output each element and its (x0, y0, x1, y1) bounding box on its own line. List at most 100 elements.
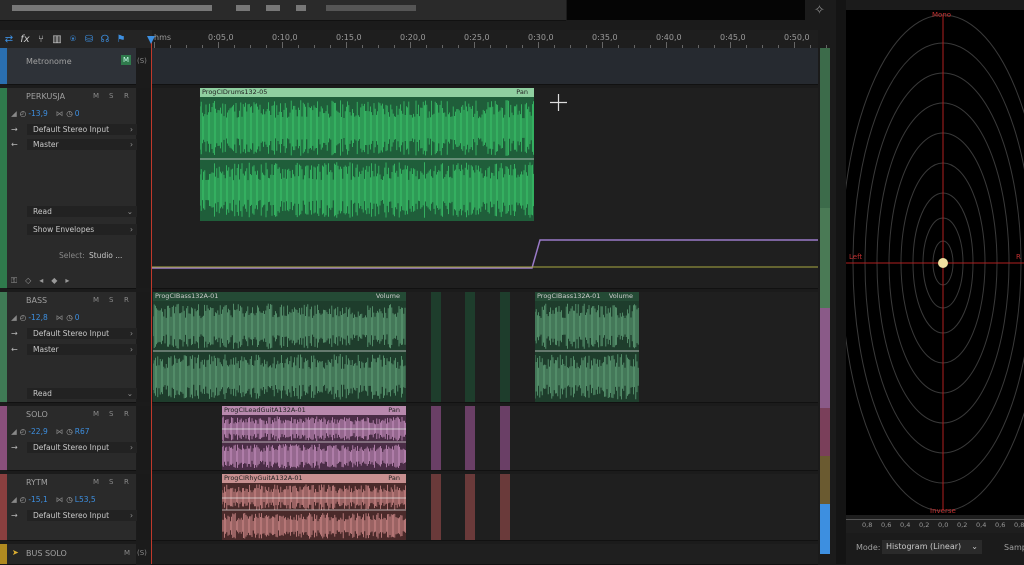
clip-title-bar[interactable]: ProgCIRhyGuitA132A-01 Pan (222, 474, 406, 483)
clip-bass-fragment[interactable] (500, 292, 510, 402)
clip-rhythm-fragment[interactable] (500, 474, 510, 540)
input-select[interactable]: Default Stereo Input › (27, 328, 137, 339)
mute-button[interactable]: M (121, 55, 131, 65)
solo-button[interactable]: (S) (137, 549, 147, 557)
clip-title-bar[interactable]: ProgCILeadGuitA132A-01 Pan (222, 406, 406, 415)
clip-drums[interactable]: ProgCIDrums132-05 Pan (200, 88, 534, 221)
pan-knob-icon[interactable]: ◷ (66, 313, 73, 322)
volume-value[interactable]: -22,9 (28, 427, 47, 436)
mute-button[interactable]: M (124, 549, 130, 557)
routing-icon[interactable]: ⑂ (35, 34, 47, 45)
select-value[interactable]: Studio ... (89, 251, 122, 260)
clip-lead-fragment[interactable] (465, 406, 475, 470)
panel-options-icon[interactable]: ✧ (814, 3, 825, 18)
clip-rhythm[interactable]: ProgCIRhyGuitA132A-01 Pan (222, 474, 406, 540)
marker-icon[interactable]: ⚑ (115, 34, 127, 45)
clip-rhythm-fragment[interactable] (465, 474, 475, 540)
meter-icon[interactable]: ▥ (51, 34, 63, 45)
clip-lead-fragment[interactable] (500, 406, 510, 470)
clip-title-bar[interactable]: ProgCIBass132A-01 Volume (153, 292, 406, 301)
pan-value[interactable]: 0 (75, 109, 80, 118)
mute-button[interactable]: M (93, 478, 99, 486)
bus-icon: ➤ (12, 548, 19, 557)
solo-button[interactable]: S (109, 296, 113, 304)
volume-icon: ◢ (11, 313, 17, 322)
solo-button[interactable]: S (109, 410, 113, 418)
crosshair-cursor-icon (550, 94, 567, 111)
mode-select[interactable]: Histogram (Linear) ⌄ (882, 540, 982, 554)
volume-value[interactable]: -12,8 (28, 313, 47, 322)
clip-title-bar[interactable]: ProgCIDrums132-05 Pan (200, 88, 534, 97)
record-arm-button[interactable]: R (124, 478, 129, 486)
clip-param[interactable]: Pan (388, 474, 400, 483)
bus-solo-track-header[interactable]: ➤ BUS SOLO M (S) (7, 544, 147, 565)
pan-value[interactable]: R67 (75, 427, 90, 436)
clip-param[interactable]: Pan (388, 406, 400, 415)
add-keyframe-icon[interactable]: ◆ (51, 276, 57, 286)
input-select[interactable]: Default Stereo Input › (27, 442, 137, 453)
record-arm-button[interactable]: R (124, 296, 129, 304)
clip-lead-fragment[interactable] (431, 406, 441, 470)
solo-track-header[interactable]: SOLO M S R ◢ ◴ -22,9 ⋈ ◷ R67 → Default S… (7, 406, 137, 471)
volume-knob-icon[interactable]: ◴ (20, 427, 27, 436)
solo-button[interactable]: (S) (137, 57, 147, 65)
lock-icon[interactable]: ⚿ (11, 276, 17, 286)
panel-divider[interactable] (836, 0, 846, 564)
metronome-track-header[interactable]: Metronome M (S) (7, 48, 147, 85)
metronome-lane[interactable] (152, 48, 818, 85)
input-select[interactable]: Default Stereo Input › (27, 510, 137, 521)
overview-bar[interactable] (0, 0, 566, 21)
pan-knob-icon[interactable]: ◷ (66, 427, 73, 436)
playhead[interactable] (151, 40, 152, 564)
output-select[interactable]: Master › (27, 139, 137, 150)
rytm-track-header[interactable]: RYTM M S R ◢ ◴ -15,1 ⋈ ◷ L53,5 → Default… (7, 474, 137, 541)
clip-bass-2[interactable]: ProgCIBass132A-01 Volume (535, 292, 639, 402)
output-select[interactable]: Master › (27, 344, 137, 355)
pan-value[interactable]: 0 (75, 313, 80, 322)
record-arm-button[interactable]: R (124, 92, 129, 100)
phase-label-right: R (1016, 253, 1021, 261)
swap-icon[interactable]: ⇄ (3, 34, 15, 45)
clip-param[interactable]: Volume (609, 292, 633, 301)
bus-solo-lane[interactable] (152, 544, 818, 565)
clip-title-bar[interactable]: ProgCIBass132A-01 Volume (535, 292, 639, 301)
bass-track-header[interactable]: BASS M S R ◢ ◴ -12,8 ⋈ ◷ 0 → Default Ste… (7, 292, 137, 403)
show-envelopes-select[interactable]: Show Envelopes › (27, 224, 137, 235)
volume-knob-icon[interactable]: ◴ (20, 313, 27, 322)
pan-knob-icon[interactable]: ◷ (66, 109, 73, 118)
automation-select[interactable]: Read ⌄ (27, 388, 137, 399)
pan-value[interactable]: L53,5 (75, 495, 96, 504)
clip-lead[interactable]: ProgCILeadGuitA132A-01 Pan (222, 406, 406, 470)
volume-knob-icon[interactable]: ◴ (20, 109, 27, 118)
phase-scale-label: 0,6 (995, 521, 1006, 529)
clip-bass-1[interactable]: ProgCIBass132A-01 Volume (153, 292, 406, 402)
record-icon[interactable]: ⛁ (83, 34, 95, 45)
clip-param[interactable]: Volume (376, 292, 400, 301)
solo-button[interactable]: S (109, 478, 113, 486)
fx-icon[interactable]: fx (19, 34, 31, 45)
mute-button[interactable]: M (93, 410, 99, 418)
volume-value[interactable]: -15,1 (28, 495, 47, 504)
perkusja-track-header[interactable]: PERKUSJA M S R ◢ ◴ -13,9 ⋈ ◷ 0 → Default… (7, 88, 137, 289)
clip-rhythm-fragment[interactable] (431, 474, 441, 540)
chevron-down-icon: ⌄ (126, 389, 133, 398)
headphones-icon[interactable]: ☊ (99, 34, 111, 45)
input-icon[interactable]: ⍟ (67, 34, 79, 45)
automation-select[interactable]: Read ⌄ (27, 206, 137, 217)
volume-knob-icon[interactable]: ◴ (20, 495, 27, 504)
volume-value[interactable]: -13,9 (28, 109, 47, 118)
clip-bass-fragment[interactable] (431, 292, 441, 402)
clip-param[interactable]: Pan (516, 88, 528, 97)
eraser-icon[interactable]: ◇ (25, 276, 31, 286)
solo-button[interactable]: S (109, 92, 113, 100)
input-select[interactable]: Default Stereo Input › (27, 124, 137, 135)
clip-bass-fragment[interactable] (465, 292, 475, 402)
mute-button[interactable]: M (93, 92, 99, 100)
mute-button[interactable]: M (93, 296, 99, 304)
time-ruler[interactable]: hms 0:05,0 0:10,0 0:15,0 0:20,0 0:25,0 0:30,0 0… (152, 30, 843, 49)
record-arm-button[interactable]: R (124, 410, 129, 418)
input-select-value: Default Stereo Input (33, 329, 110, 338)
previous-keyframe-icon[interactable]: ◂ (39, 276, 43, 286)
pan-knob-icon[interactable]: ◷ (66, 495, 73, 504)
next-keyframe-icon[interactable]: ▸ (65, 276, 69, 286)
